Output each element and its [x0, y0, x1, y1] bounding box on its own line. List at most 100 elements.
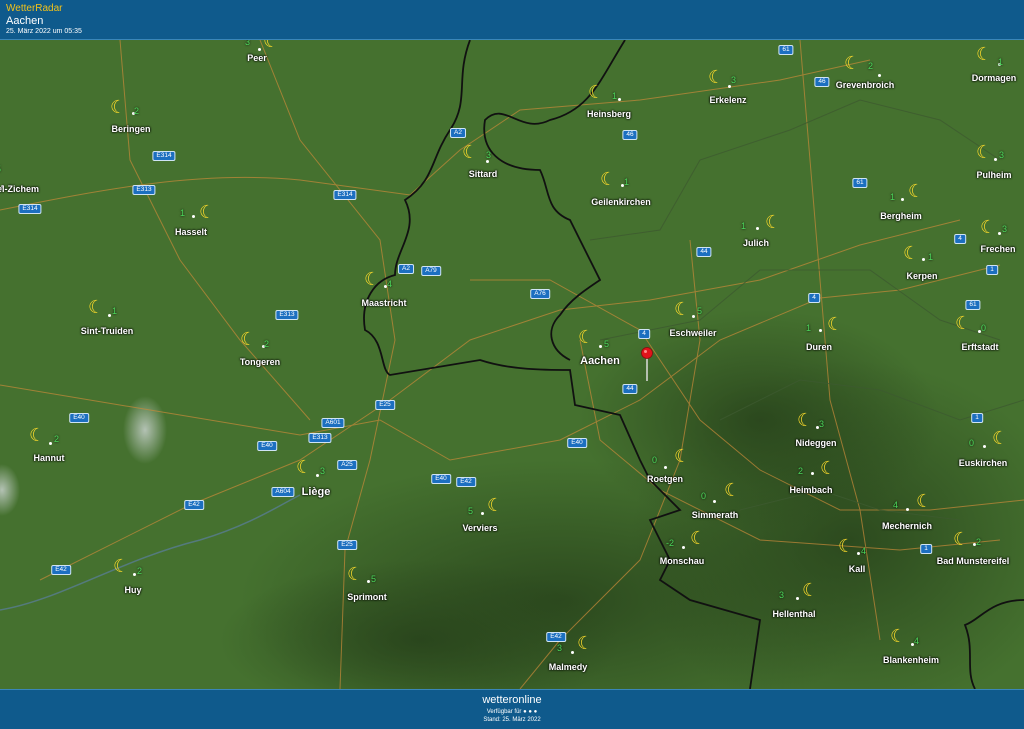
- moon-icon[interactable]: ☾: [29, 426, 45, 444]
- moon-icon[interactable]: ☾: [577, 634, 593, 652]
- city-label[interactable]: Heinsberg: [587, 109, 631, 119]
- city-label[interactable]: Geilenkirchen: [591, 197, 651, 207]
- location-pin-icon[interactable]: [641, 347, 653, 381]
- weather-map[interactable]: ☾ 3 Peer ☾ 2 Beringen ☾ 1 Heinsberg ☾ 3 Erkelenz ☾ 2 G…: [0, 40, 1024, 689]
- road-badge: E42: [184, 500, 204, 510]
- moon-icon[interactable]: ☾: [765, 213, 781, 231]
- temperature-value: 2: [798, 466, 804, 476]
- moon-icon[interactable]: ☾: [802, 581, 818, 599]
- city-marker: [819, 329, 822, 332]
- city-label[interactable]: Kerpen: [906, 271, 937, 281]
- city-label[interactable]: Hannut: [34, 453, 65, 463]
- moon-icon[interactable]: ☾: [724, 481, 740, 499]
- road-badge: E313: [132, 185, 156, 195]
- city-label[interactable]: Malmedy: [549, 662, 588, 672]
- moon-icon[interactable]: ☾: [462, 143, 478, 161]
- city-label[interactable]: Heimbach: [789, 485, 832, 495]
- moon-icon[interactable]: ☾: [240, 330, 256, 348]
- city-label[interactable]: Sint-Truiden: [81, 326, 134, 336]
- moon-icon[interactable]: ☾: [953, 530, 969, 548]
- city-label[interactable]: Maastricht: [361, 298, 406, 308]
- moon-icon[interactable]: ☾: [578, 328, 594, 346]
- moon-icon[interactable]: ☾: [844, 54, 860, 72]
- city-marker: [692, 315, 695, 318]
- city-label[interactable]: Hellenthal: [772, 609, 815, 619]
- city-label[interactable]: Dormagen: [972, 73, 1017, 83]
- city-label[interactable]: Julich: [743, 238, 769, 248]
- moon-icon[interactable]: ☾: [980, 218, 996, 236]
- moon-icon[interactable]: ☾: [708, 68, 724, 86]
- city-label[interactable]: Blankenheim: [883, 655, 939, 665]
- moon-icon[interactable]: ☾: [976, 143, 992, 161]
- moon-icon[interactable]: ☾: [916, 492, 932, 510]
- temperature-value: 0: [981, 323, 987, 333]
- moon-icon[interactable]: ☾: [955, 314, 971, 332]
- moon-icon[interactable]: ☾: [88, 298, 104, 316]
- moon-icon[interactable]: ☾: [903, 244, 919, 262]
- wetteronline-logo[interactable]: wetteronline: [0, 694, 1024, 706]
- city-label[interactable]: Frechen: [980, 244, 1015, 254]
- moon-icon[interactable]: ☾: [364, 270, 380, 288]
- app-footer: wetteronline Verfügbar für ● ● ● Stand: …: [0, 689, 1024, 729]
- city-label[interactable]: Pulheim: [976, 170, 1011, 180]
- city-label[interactable]: Peer: [247, 53, 267, 63]
- city-label[interactable]: Beringen: [111, 124, 150, 134]
- city-label[interactable]: Euskirchen: [959, 458, 1008, 468]
- moon-icon[interactable]: ☾: [838, 537, 854, 555]
- temperature-value: 0: [969, 438, 975, 448]
- city-label[interactable]: Tongeren: [240, 357, 280, 367]
- moon-icon[interactable]: ☾: [199, 203, 215, 221]
- city-marker: [49, 442, 52, 445]
- temperature-value: 3: [819, 419, 825, 429]
- moon-icon[interactable]: ☾: [296, 458, 312, 476]
- moon-icon[interactable]: ☾: [588, 83, 604, 101]
- moon-icon[interactable]: ☾: [347, 565, 363, 583]
- temperature-value: 2: [976, 537, 982, 547]
- city-label[interactable]: Monschau: [660, 556, 705, 566]
- city-label[interactable]: Bergheim: [880, 211, 922, 221]
- moon-icon[interactable]: ☾: [827, 315, 843, 333]
- city-label[interactable]: el-Zichem: [0, 184, 39, 194]
- city-label[interactable]: Simmerath: [692, 510, 739, 520]
- moon-icon[interactable]: ☾: [908, 182, 924, 200]
- city-label[interactable]: Roetgen: [647, 474, 683, 484]
- moon-icon[interactable]: ☾: [600, 170, 616, 188]
- city-label[interactable]: Sittard: [469, 169, 498, 179]
- city-label[interactable]: Liège: [302, 486, 331, 498]
- moon-icon[interactable]: ☾: [113, 557, 129, 575]
- moon-icon[interactable]: ☾: [263, 40, 279, 50]
- moon-icon[interactable]: ☾: [797, 411, 813, 429]
- city-label[interactable]: Kall: [849, 564, 866, 574]
- city-label[interactable]: Bad Munstereifel: [937, 556, 1010, 566]
- moon-icon[interactable]: ☾: [890, 627, 906, 645]
- city-label[interactable]: Aachen: [580, 355, 620, 367]
- city-marker: [108, 314, 111, 317]
- moon-icon[interactable]: ☾: [110, 98, 126, 116]
- temperature-value: 3: [486, 150, 492, 160]
- road-badge: A604: [271, 487, 295, 497]
- moon-icon[interactable]: ☾: [992, 429, 1008, 447]
- city-label[interactable]: Erftstadt: [961, 342, 998, 352]
- moon-icon[interactable]: ☾: [487, 496, 503, 514]
- temperature-value: 1: [180, 208, 186, 218]
- city-label[interactable]: Sprimont: [347, 592, 387, 602]
- city-label[interactable]: Erkelenz: [709, 95, 746, 105]
- road-badge: E314: [152, 151, 176, 161]
- stand-text: Stand: 25. März 2022: [483, 717, 541, 723]
- city-label[interactable]: Grevenbroich: [836, 80, 895, 90]
- city-marker: [481, 512, 484, 515]
- city-label[interactable]: Nideggen: [795, 438, 836, 448]
- moon-icon[interactable]: ☾: [674, 300, 690, 318]
- temperature-value: 3: [1002, 224, 1008, 234]
- city-label[interactable]: Mechernich: [882, 521, 932, 531]
- city-label[interactable]: Hasselt: [175, 227, 207, 237]
- temperature-value: 2: [54, 434, 60, 444]
- city-label[interactable]: Duren: [806, 342, 832, 352]
- moon-icon[interactable]: ☾: [820, 459, 836, 477]
- city-label[interactable]: Huy: [124, 585, 141, 595]
- moon-icon[interactable]: ☾: [674, 447, 690, 465]
- city-label[interactable]: Eschweiler: [669, 328, 716, 338]
- moon-icon[interactable]: ☾: [976, 45, 992, 63]
- city-label[interactable]: Verviers: [462, 523, 497, 533]
- moon-icon[interactable]: ☾: [690, 529, 706, 547]
